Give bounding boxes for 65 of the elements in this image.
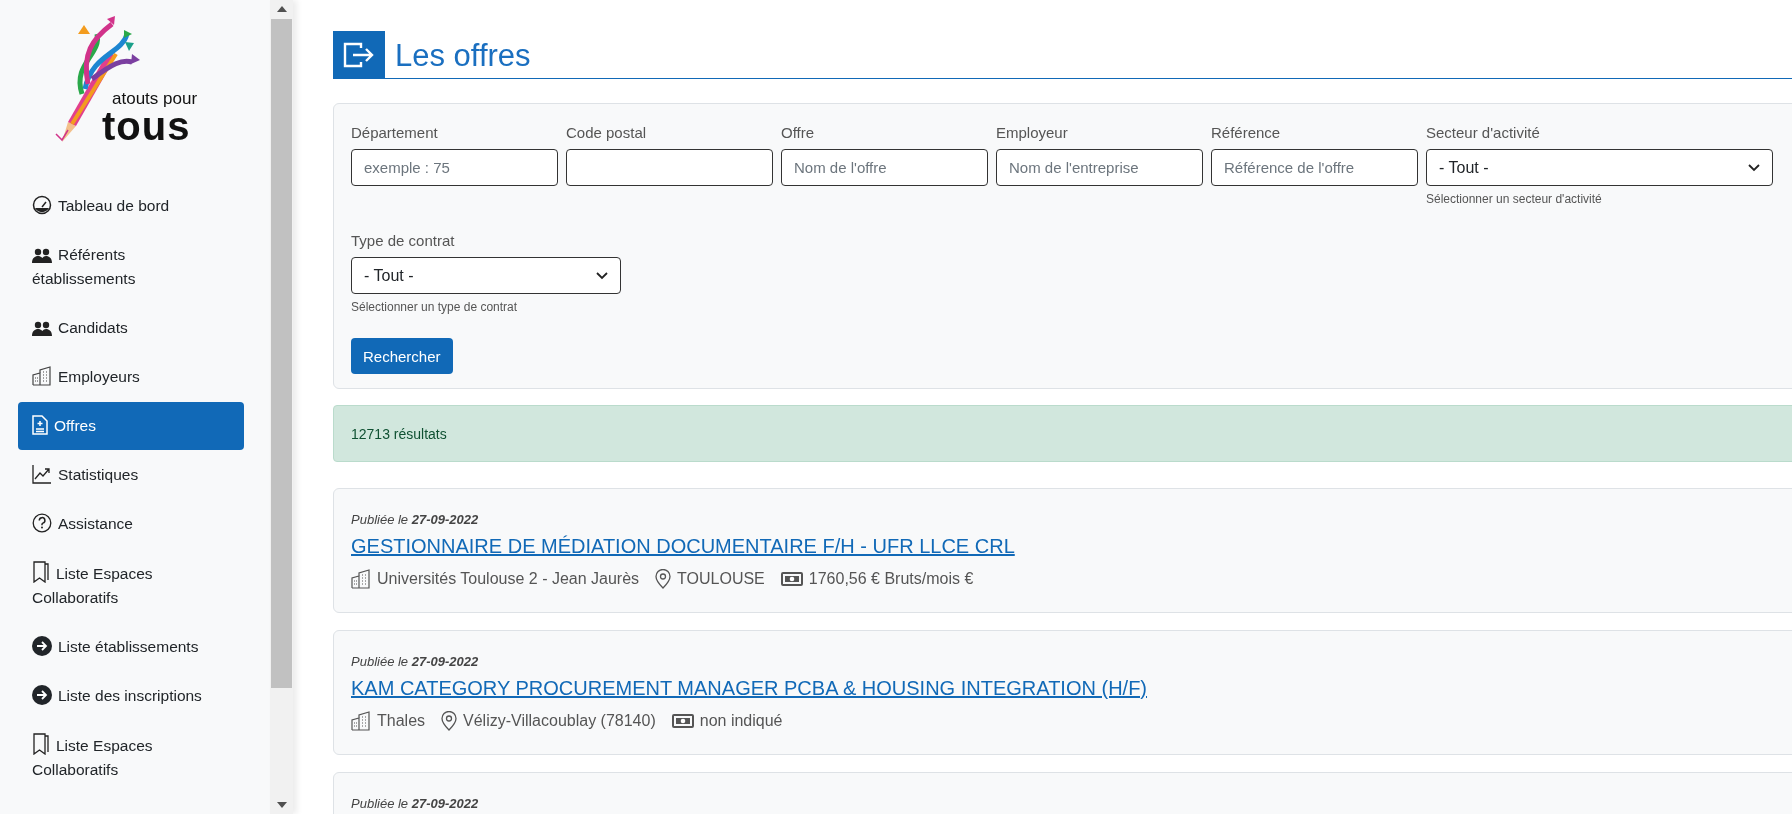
field-hint: Sélectionner un type de contrat [351,300,519,314]
sidebar-item[interactable]: Liste Espaces Collaboratifs [18,721,244,794]
people-icon [32,248,52,264]
sidebar-item[interactable]: Liste des inscriptions [18,672,244,720]
location-text: Vélizy-Villacoublay (78140) [463,712,656,730]
bookmark-icon [32,733,50,755]
arrow-circle-icon [32,636,52,656]
page-title: Les offres [395,38,531,74]
location-text: TOULOUSE [677,570,765,588]
location-pin-icon [655,569,672,589]
document-icon [32,415,48,435]
help-icon [32,513,52,533]
sidebar-item[interactable]: Liste Espaces Collaboratifs [18,549,244,622]
offer-title-link[interactable]: GESTIONNAIRE DE MÉDIATION DOCUMENTAIRE F/H - UFR LLCE CRL [351,535,1015,558]
employer-name: Universités Toulouse 2 - Jean Jaurès [377,570,640,588]
chevron-down-icon [1748,163,1760,172]
dropdown[interactable]: - Tout - [1426,149,1773,186]
banknote-icon [780,571,803,587]
text-field[interactable]: exemple : 75 [351,149,558,186]
bookmark-icon [32,561,50,583]
logo-text: tous [102,110,191,142]
field-label: Employeur [996,124,1069,141]
building-icon [32,366,52,386]
scrollbar-thumb[interactable] [271,19,292,688]
location-pin-icon [441,711,458,731]
field-label: Référence [1211,124,1282,141]
results-count: 12713 résultats [351,425,447,442]
salary-text: non indiqué [699,712,783,730]
employer-name: Thales [377,712,426,730]
banknote-icon [671,713,694,729]
scroll-up-icon[interactable] [276,6,287,12]
publication-date: Publiée le 27-09-2022 [351,512,480,527]
sidebar-item[interactable]: Employeurs [18,353,244,401]
arrow-circle-icon [32,685,52,705]
field-label: Type de contrat [351,232,456,249]
field-hint: Sélectionner un secteur d'activité [1426,192,1603,206]
dropdown[interactable]: - Tout - [351,257,621,294]
search-button[interactable]: Rechercher [351,338,453,374]
sidebar-item[interactable]: Assistance [18,500,244,548]
offer-title-link[interactable]: KAM CATEGORY PROCUREMENT MANAGER PCBA & HOUSING INTEGRATION (H/F) [351,677,1147,700]
sidebar-item[interactable]: Candidats [18,304,244,352]
scroll-down-icon[interactable] [276,802,287,808]
building-icon [351,711,371,731]
field-label: Secteur d'activité [1426,124,1541,141]
salary-text: 1760,56 € Bruts/mois € [808,570,974,588]
field-label: Offre [781,124,816,141]
sidebar-item[interactable]: Statistiques [18,451,244,499]
sidebar-item[interactable]: Liste établissements [18,623,244,671]
publication-date: Publiée le 27-09-2022 [351,796,480,811]
text-field[interactable]: Nom de l'offre [781,149,988,186]
text-field[interactable] [566,149,773,186]
building-icon [351,569,371,589]
sidebar-item[interactable]: Référents établissements [18,231,244,303]
sidebar-item[interactable]: Tableau de bord [18,182,244,230]
people-icon [32,321,52,337]
text-field[interactable]: Nom de l'entreprise [996,149,1203,186]
publication-date: Publiée le 27-09-2022 [351,654,480,669]
field-label: Département [351,124,439,141]
field-label: Code postal [566,124,648,141]
chart-icon [32,464,52,484]
logo-text: atouts pour [112,90,198,108]
text-field[interactable]: Référence de l'offre [1211,149,1418,186]
chevron-down-icon [596,271,608,280]
sidebar-item[interactable]: Offres [18,402,244,450]
gauge-icon [32,195,52,215]
